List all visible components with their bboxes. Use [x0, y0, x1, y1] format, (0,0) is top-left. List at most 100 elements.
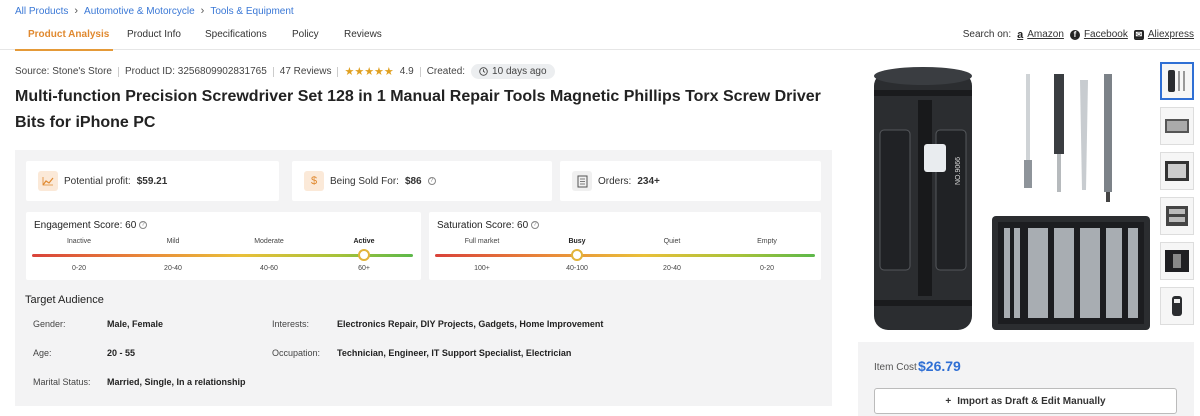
saturation-level-quiet: Quiet [663, 238, 681, 245]
gender-label: Gender: [33, 319, 66, 329]
dollar-icon: $ [304, 171, 324, 191]
saturation-score-card: Saturation Score: 60 ? Full market Busy … [429, 212, 821, 280]
created-label: Created: [426, 66, 466, 77]
help-icon[interactable]: ? [139, 221, 148, 230]
import-draft-button[interactable]: + Import as Draft & Edit Manually [874, 388, 1177, 414]
potential-profit-card: Potential profit: $59.21 [26, 161, 279, 201]
saturation-range: 40-100 [566, 265, 588, 272]
thumbnail-3[interactable] [1160, 152, 1194, 190]
age-label: Age: [33, 348, 52, 358]
tab-product-info[interactable]: Product Info [127, 29, 181, 40]
trend-chart-icon [38, 171, 58, 191]
breadcrumb-automotive[interactable]: Automotive & Motorcycle [84, 6, 195, 17]
breadcrumb: All Products › Automotive & Motorcycle ›… [15, 5, 294, 17]
product-meta: Source: Stone's Store Product ID: 325680… [15, 64, 555, 79]
engagement-level-moderate: Moderate [254, 238, 284, 245]
engagement-score-label: Engagement Score: 60 ? [34, 220, 148, 231]
facebook-icon: f [1069, 29, 1080, 40]
saturation-level-busy: Busy [568, 238, 586, 245]
engagement-score-text: Engagement Score: 60 [34, 220, 137, 231]
sold-label: Being Sold For: [330, 175, 399, 187]
saturation-gradient-bar [435, 254, 815, 257]
product-main-image[interactable]: NO.9066 [858, 60, 1154, 338]
divider [117, 66, 119, 77]
engagement-gradient-bar [32, 254, 413, 257]
thumbnail-5[interactable] [1160, 242, 1194, 280]
engagement-range: 0-20 [71, 265, 87, 272]
screwdriver-set-illustration: NO.9066 [874, 67, 1150, 330]
analysis-panel: Potential profit: $59.21 $ Being Sold Fo… [15, 150, 832, 406]
amazon-link[interactable]: a Amazon [1017, 29, 1064, 40]
saturation-score-label: Saturation Score: 60 ? [437, 220, 539, 231]
review-count: 47 Reviews [279, 66, 332, 77]
saturation-score-text: Saturation Score: 60 [437, 220, 529, 231]
occupation-value: Technician, Engineer, IT Support Special… [337, 348, 572, 358]
orders-label: Orders: [598, 175, 632, 187]
search-on: Search on: a Amazon f Facebook ✉ Aliexpress [963, 29, 1194, 40]
aliexpress-link-label: Aliexpress [1147, 29, 1194, 40]
item-cost-value: $26.79 [918, 358, 961, 374]
amazon-link-label: Amazon [1027, 29, 1064, 40]
saturation-level-empty: Empty [757, 238, 777, 245]
marital-status-value: Married, Single, In a relationship [107, 377, 246, 387]
clock-icon [479, 67, 488, 76]
search-on-label: Search on: [962, 29, 1012, 40]
orders-value: 234+ [637, 175, 660, 187]
divider [272, 66, 274, 77]
tab-specifications[interactable]: Specifications [205, 29, 267, 40]
facebook-link[interactable]: f Facebook [1069, 29, 1128, 40]
saturation-range: 0-20 [759, 265, 775, 272]
receipt-icon [572, 171, 592, 191]
marital-status-label: Marital Status: [33, 377, 91, 387]
engagement-range: 60+ [358, 265, 370, 272]
active-tab-indicator [15, 49, 113, 51]
star-rating-icon: ★★★★★ [344, 66, 394, 78]
plus-icon: + [945, 395, 952, 407]
engagement-range: 40-60 [260, 265, 278, 272]
tab-policy[interactable]: Policy [292, 29, 319, 40]
aliexpress-link[interactable]: ✉ Aliexpress [1133, 29, 1194, 40]
product-title: Multi-function Precision Screwdriver Set… [15, 88, 821, 131]
engagement-marker [358, 249, 370, 261]
help-icon[interactable]: ? [530, 221, 539, 230]
chevron-right-icon: › [200, 5, 205, 17]
engagement-level-active: Active [353, 238, 375, 245]
thumbnail-4[interactable] [1160, 197, 1194, 235]
created-value: 10 days ago [492, 66, 547, 77]
tab-product-analysis[interactable]: Product Analysis [28, 29, 109, 40]
tab-reviews[interactable]: Reviews [344, 29, 382, 40]
chevron-right-icon: › [74, 5, 79, 17]
target-audience-title: Target Audience [25, 294, 104, 306]
created-chip: 10 days ago [471, 64, 555, 79]
profit-value: $59.21 [136, 175, 168, 187]
divider [419, 66, 421, 77]
profit-label: Potential profit: [64, 175, 131, 187]
saturation-marker [571, 249, 583, 261]
divider [337, 66, 339, 77]
breadcrumb-all-products[interactable]: All Products [15, 6, 68, 17]
help-icon[interactable]: ? [427, 177, 436, 185]
thumbnail-strip [1160, 62, 1194, 332]
rating-value: 4.9 [399, 66, 414, 77]
age-value: 20 - 55 [107, 348, 136, 358]
thumbnail-2[interactable] [1160, 107, 1194, 145]
thumbnail-6[interactable] [1160, 287, 1194, 325]
source-store: Source: Stone's Store [15, 66, 112, 77]
interests-label: Interests: [272, 319, 310, 329]
sold-for-card: $ Being Sold For: $86 ? [292, 161, 552, 201]
amazon-icon: a [1017, 28, 1024, 41]
engagement-score-card: Engagement Score: 60 ? Inactive Mild Mod… [26, 212, 421, 280]
engagement-level-mild: Mild [166, 238, 180, 245]
saturation-level-full: Full market [464, 238, 500, 245]
import-draft-label: Import as Draft & Edit Manually [957, 395, 1106, 407]
case-model-text: NO.9066 [955, 157, 962, 185]
mail-icon: ✉ [1133, 29, 1144, 40]
price-box: Item Cost $26.79 + Import as Draft & Edi… [858, 342, 1194, 416]
engagement-level-inactive: Inactive [66, 238, 92, 245]
thumbnail-1[interactable] [1160, 62, 1194, 100]
breadcrumb-tools[interactable]: Tools & Equipment [210, 6, 293, 17]
occupation-label: Occupation: [272, 348, 321, 358]
interests-value: Electronics Repair, DIY Projects, Gadget… [337, 319, 604, 329]
saturation-range: 100+ [474, 265, 490, 272]
sold-value: $86 [404, 175, 422, 187]
